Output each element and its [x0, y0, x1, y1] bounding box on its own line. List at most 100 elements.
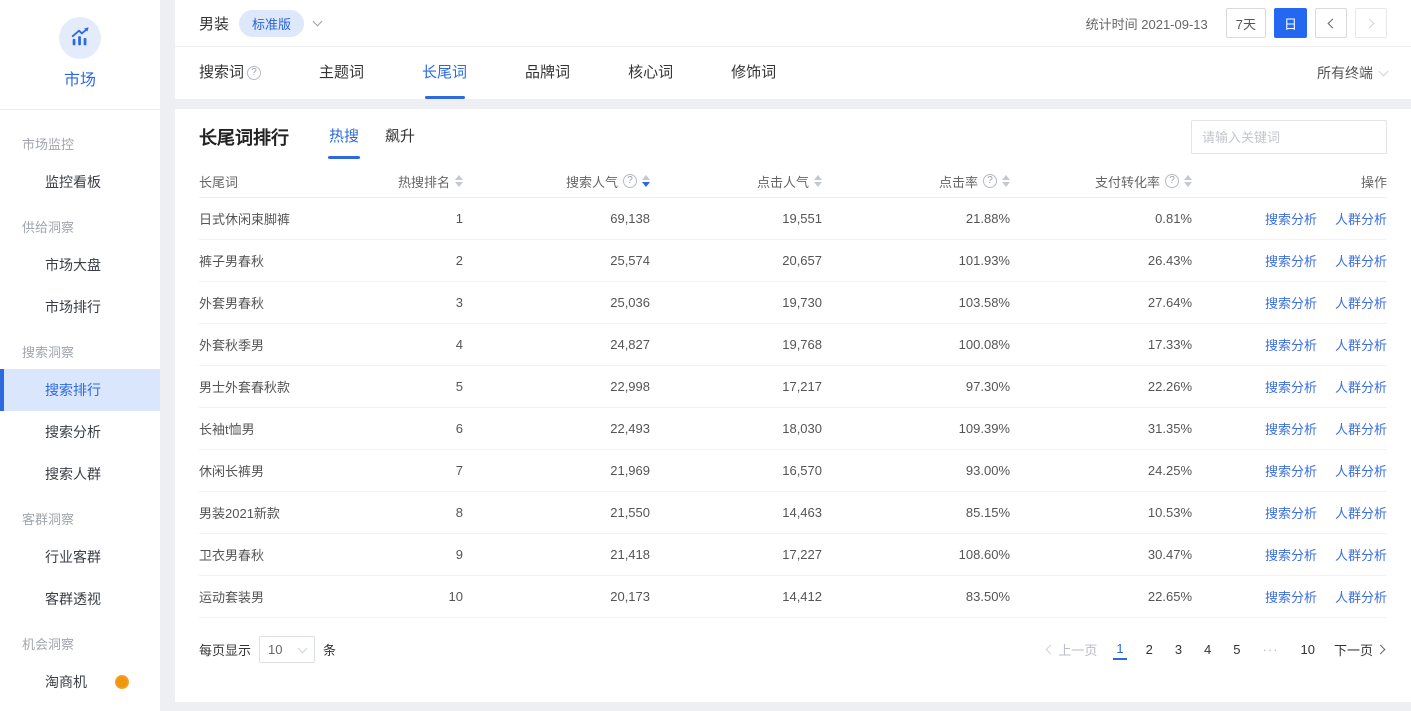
- main-area: 男装 标准版 统计时间 2021-09-13 7天 日 搜索词? 主题词 长尾词…: [175, 0, 1411, 711]
- col-label: 支付转化率: [1095, 172, 1160, 191]
- crowd-analysis-link[interactable]: 人群分析: [1335, 293, 1387, 312]
- crowd-analysis-link[interactable]: 人群分析: [1335, 419, 1387, 438]
- crowd-analysis-link[interactable]: 人群分析: [1335, 503, 1387, 522]
- crowd-analysis-link[interactable]: 人群分析: [1335, 587, 1387, 606]
- sidebar-item-tao-opportunity[interactable]: 淘商机: [0, 661, 160, 703]
- sidebar-item-search-crowd[interactable]: 搜索人群: [0, 453, 160, 495]
- sort-icon[interactable]: [1002, 175, 1010, 187]
- crowd-analysis-link[interactable]: 人群分析: [1335, 251, 1387, 270]
- tab-longtail-word[interactable]: 长尾词: [422, 47, 467, 99]
- keyword-cell: 卫衣男春秋: [199, 545, 339, 564]
- sort-icon[interactable]: [1184, 175, 1192, 187]
- page-ellipsis[interactable]: ···: [1260, 640, 1282, 659]
- sort-icon[interactable]: [642, 175, 650, 187]
- click-popularity-cell: 14,412: [650, 589, 822, 604]
- sidebar-item-industry-customer[interactable]: 行业客群: [0, 536, 160, 578]
- actions-cell: 搜索分析 人群分析: [1192, 545, 1387, 564]
- date-next-button[interactable]: [1355, 8, 1387, 38]
- sidebar-section-market-monitor: 市场监控: [0, 120, 160, 161]
- help-icon[interactable]: ?: [247, 66, 261, 80]
- chevron-right-icon: [1365, 18, 1375, 28]
- range-7day-button[interactable]: 7天: [1226, 8, 1266, 38]
- page-number-10[interactable]: 10: [1298, 640, 1318, 659]
- actions-cell: 搜索分析 人群分析: [1192, 461, 1387, 480]
- crowd-analysis-link[interactable]: 人群分析: [1335, 545, 1387, 564]
- notification-dot-badge: [115, 675, 129, 689]
- prev-page-label: 上一页: [1058, 640, 1097, 659]
- date-prev-button[interactable]: [1315, 8, 1347, 38]
- sort-icon[interactable]: [455, 175, 463, 187]
- sidebar-item-customer-perspective[interactable]: 客群透视: [0, 578, 160, 620]
- next-page-button[interactable]: 下一页: [1334, 640, 1387, 659]
- click-rate-cell: 21.88%: [822, 211, 1010, 226]
- version-badge[interactable]: 标准版: [239, 10, 304, 37]
- help-icon[interactable]: ?: [983, 174, 997, 188]
- tab-core-word[interactable]: 核心词: [628, 47, 673, 99]
- actions-cell: 搜索分析 人群分析: [1192, 251, 1387, 270]
- sidebar-item-market-ranking[interactable]: 市场排行: [0, 286, 160, 328]
- sort-icon[interactable]: [814, 175, 822, 187]
- help-icon[interactable]: ?: [1165, 174, 1179, 188]
- search-popularity-cell: 20,173: [463, 589, 650, 604]
- sidebar-item-search-ranking[interactable]: 搜索排行: [0, 369, 160, 411]
- hot-rank-cell: 5: [339, 379, 463, 394]
- app-logo[interactable]: 市场: [0, 0, 160, 110]
- tab-modifier-word[interactable]: 修饰词: [731, 47, 776, 99]
- page-number-3[interactable]: 3: [1172, 640, 1185, 659]
- search-analysis-link[interactable]: 搜索分析: [1265, 587, 1317, 606]
- click-rate-cell: 108.60%: [822, 547, 1010, 562]
- search-analysis-link[interactable]: 搜索分析: [1265, 545, 1317, 564]
- pay-conversion-cell: 22.65%: [1010, 589, 1192, 604]
- subtab-hot-search[interactable]: 热搜: [329, 109, 359, 165]
- page-number-4[interactable]: 4: [1201, 640, 1214, 659]
- search-popularity-cell: 25,574: [463, 253, 650, 268]
- tab-search-word[interactable]: 搜索词?: [199, 47, 261, 99]
- prev-page-button[interactable]: 上一页: [1044, 640, 1097, 659]
- search-popularity-cell: 22,998: [463, 379, 650, 394]
- tab-brand-word[interactable]: 品牌词: [525, 47, 570, 99]
- page-size-select[interactable]: 10: [259, 636, 315, 663]
- search-analysis-link[interactable]: 搜索分析: [1265, 293, 1317, 312]
- terminal-filter-dropdown[interactable]: 所有终端: [1317, 63, 1387, 83]
- market-logo-icon: [59, 17, 101, 59]
- click-rate-cell: 97.30%: [822, 379, 1010, 394]
- sidebar-item-monitor-board[interactable]: 监控看板: [0, 161, 160, 203]
- page-number-1[interactable]: 1: [1113, 639, 1126, 660]
- page-number-2[interactable]: 2: [1143, 640, 1156, 659]
- actions-cell: 搜索分析 人群分析: [1192, 377, 1387, 396]
- pay-conversion-cell: 10.53%: [1010, 505, 1192, 520]
- sidebar-item-market-overview[interactable]: 市场大盘: [0, 244, 160, 286]
- crowd-analysis-link[interactable]: 人群分析: [1335, 209, 1387, 228]
- page-size-control: 每页显示 10 条: [199, 636, 336, 663]
- page-number-5[interactable]: 5: [1230, 640, 1243, 659]
- subtab-soaring[interactable]: 飙升: [385, 109, 415, 165]
- search-analysis-link[interactable]: 搜索分析: [1265, 251, 1317, 270]
- col-click-popularity: 点击人气: [650, 172, 822, 191]
- crowd-analysis-link[interactable]: 人群分析: [1335, 377, 1387, 396]
- search-analysis-link[interactable]: 搜索分析: [1265, 377, 1317, 396]
- sidebar-item-search-analysis[interactable]: 搜索分析: [0, 411, 160, 453]
- actions-cell: 搜索分析 人群分析: [1192, 503, 1387, 522]
- search-analysis-link[interactable]: 搜索分析: [1265, 503, 1317, 522]
- stat-time-label: 统计时间: [1086, 17, 1138, 32]
- crowd-analysis-link[interactable]: 人群分析: [1335, 335, 1387, 354]
- click-popularity-cell: 14,463: [650, 505, 822, 520]
- keyword-search-input[interactable]: [1202, 130, 1378, 145]
- range-day-button[interactable]: 日: [1274, 8, 1307, 38]
- chevron-down-icon[interactable]: [313, 17, 323, 27]
- sidebar-nav: 市场监控 监控看板 供给洞察 市场大盘 市场排行 搜索洞察 搜索排行 搜索分析 …: [0, 110, 160, 703]
- search-analysis-link[interactable]: 搜索分析: [1265, 209, 1317, 228]
- search-analysis-link[interactable]: 搜索分析: [1265, 461, 1317, 480]
- keyword-search-box: [1191, 120, 1387, 154]
- panel-header: 长尾词排行 热搜 飙升: [199, 109, 1387, 165]
- hot-rank-cell: 7: [339, 463, 463, 478]
- click-rate-cell: 103.58%: [822, 295, 1010, 310]
- search-analysis-link[interactable]: 搜索分析: [1265, 335, 1317, 354]
- help-icon[interactable]: ?: [623, 174, 637, 188]
- stat-time: 统计时间 2021-09-13: [1086, 14, 1208, 33]
- next-page-label: 下一页: [1334, 640, 1373, 659]
- page-size-label: 每页显示: [199, 640, 251, 659]
- tab-topic-word[interactable]: 主题词: [319, 47, 364, 99]
- crowd-analysis-link[interactable]: 人群分析: [1335, 461, 1387, 480]
- search-analysis-link[interactable]: 搜索分析: [1265, 419, 1317, 438]
